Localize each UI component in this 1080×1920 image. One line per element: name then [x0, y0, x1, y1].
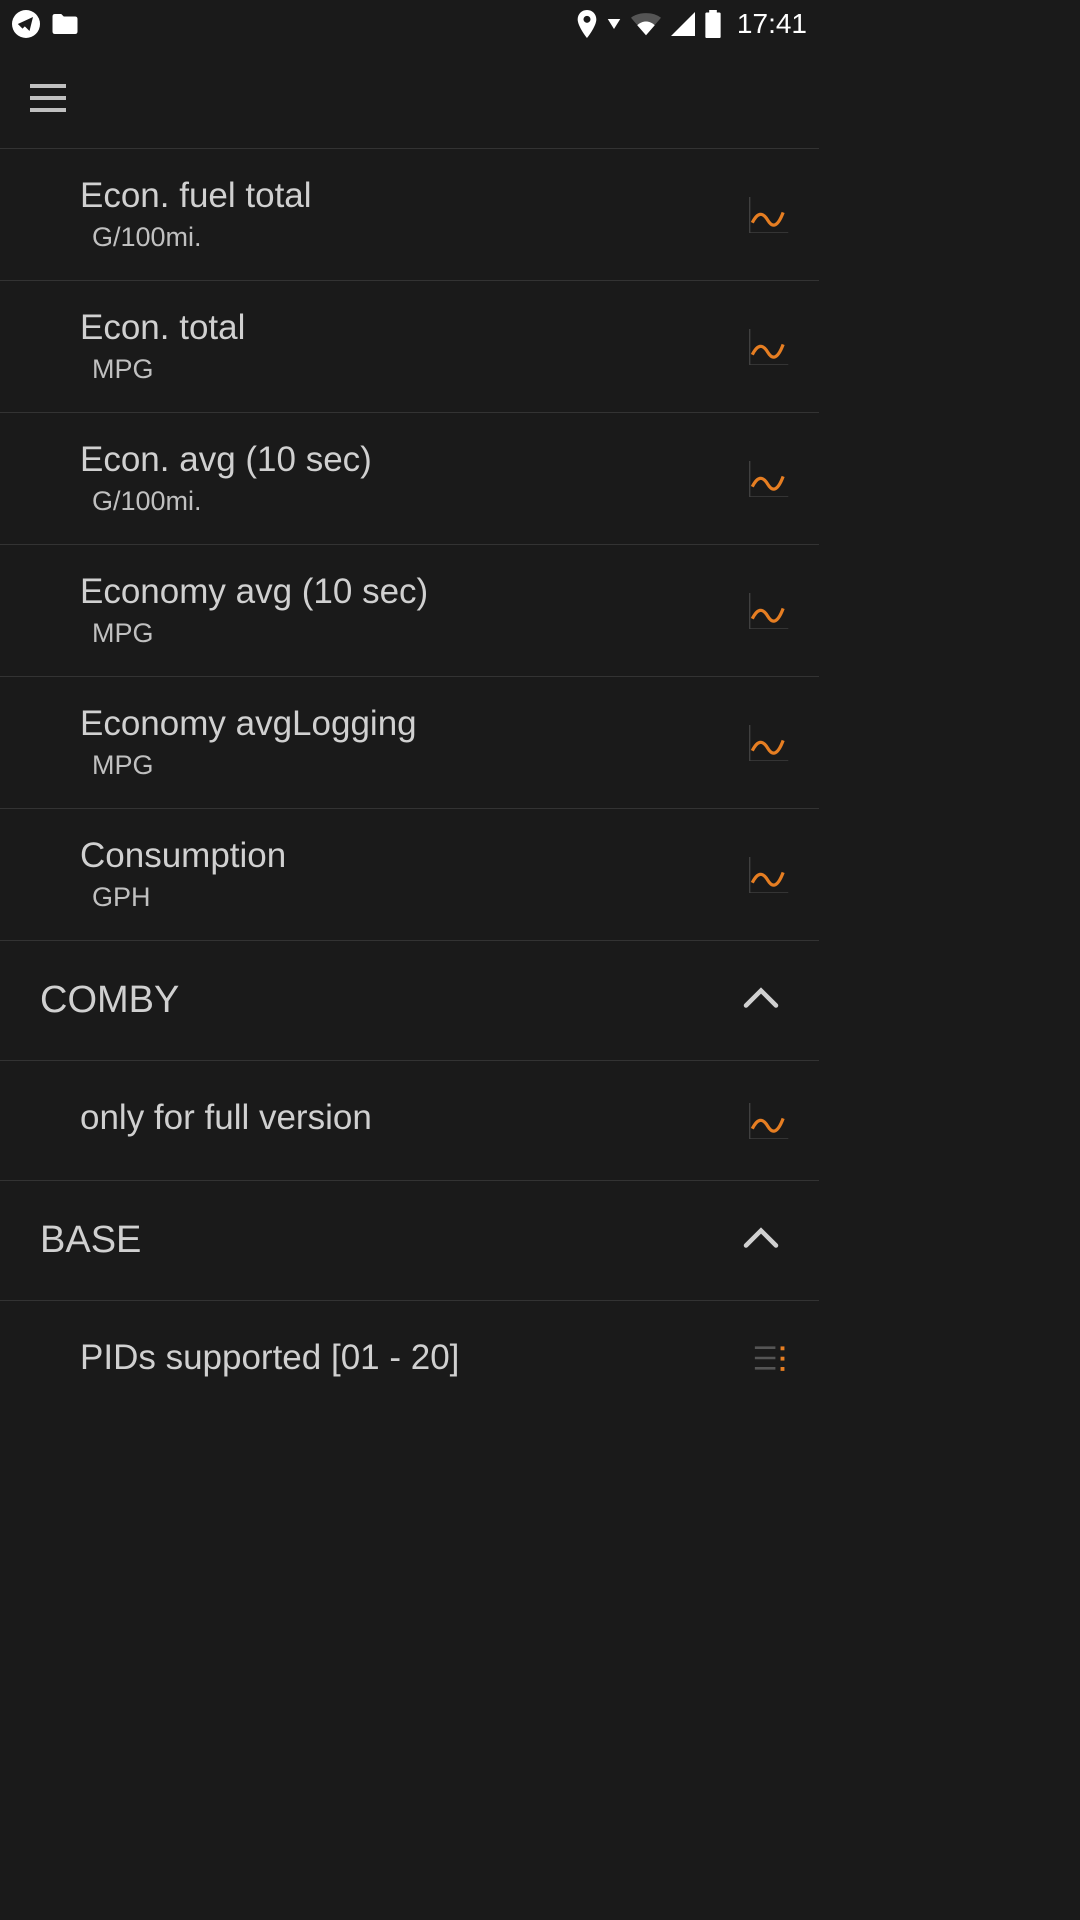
list-item[interactable]: Econ. avg (10 sec) G/100mi. [0, 412, 819, 544]
list-item[interactable]: Consumption GPH [0, 808, 819, 940]
section-header-base[interactable]: BASE [0, 1180, 819, 1300]
item-title: Econ. avg (10 sec) [80, 440, 749, 480]
list-item[interactable]: Economy avg (10 sec) MPG [0, 544, 819, 676]
status-right: 17:41 [577, 8, 807, 40]
bits-icon [749, 1340, 789, 1381]
item-sub: GPH [80, 882, 749, 913]
section-title: BASE [40, 1219, 141, 1262]
item-sub: MPG [80, 618, 749, 649]
app-header [0, 48, 819, 148]
list-item[interactable]: only for full version [0, 1060, 819, 1180]
list-item[interactable]: Econ. fuel total G/100mi. [0, 148, 819, 280]
item-sub: MPG [80, 750, 749, 781]
section-header-comby[interactable]: COMBY [0, 940, 819, 1060]
item-title: Economy avg (10 sec) [80, 572, 749, 612]
chart-line-icon [749, 593, 789, 629]
item-title: Economy avgLogging [80, 704, 749, 744]
item-sub: G/100mi. [80, 222, 749, 253]
location-icon [577, 10, 597, 38]
chart-line-icon [749, 329, 789, 365]
chart-line-icon [749, 197, 789, 233]
telegram-icon [12, 10, 40, 38]
clock-time: 17:41 [737, 8, 807, 40]
list-item[interactable]: PIDs supported [01 - 20] [0, 1300, 819, 1420]
item-title: PIDs supported [01 - 20] [80, 1338, 749, 1378]
content: Econ. fuel total G/100mi. Econ. total MP… [0, 148, 819, 1420]
chevron-up-icon [743, 1227, 779, 1254]
expand-triangle-icon [607, 19, 621, 29]
menu-icon[interactable] [30, 84, 66, 112]
item-title: Consumption [80, 836, 749, 876]
folder-icon [50, 11, 80, 37]
chart-line-icon [749, 461, 789, 497]
chart-line-icon [749, 725, 789, 761]
status-bar: 17:41 [0, 0, 819, 48]
battery-icon [705, 10, 721, 38]
signal-icon [671, 12, 695, 36]
chart-line-icon [749, 1103, 789, 1139]
item-title: only for full version [80, 1098, 749, 1138]
item-title: Econ. total [80, 308, 749, 348]
wifi-icon [631, 12, 661, 36]
list-item[interactable]: Econ. total MPG [0, 280, 819, 412]
item-title: Econ. fuel total [80, 176, 749, 216]
item-sub: G/100mi. [80, 486, 749, 517]
status-left [12, 10, 80, 38]
item-sub: MPG [80, 354, 749, 385]
list-item[interactable]: Economy avgLogging MPG [0, 676, 819, 808]
chart-line-icon [749, 857, 789, 893]
chevron-up-icon [743, 987, 779, 1014]
section-title: COMBY [40, 979, 179, 1022]
